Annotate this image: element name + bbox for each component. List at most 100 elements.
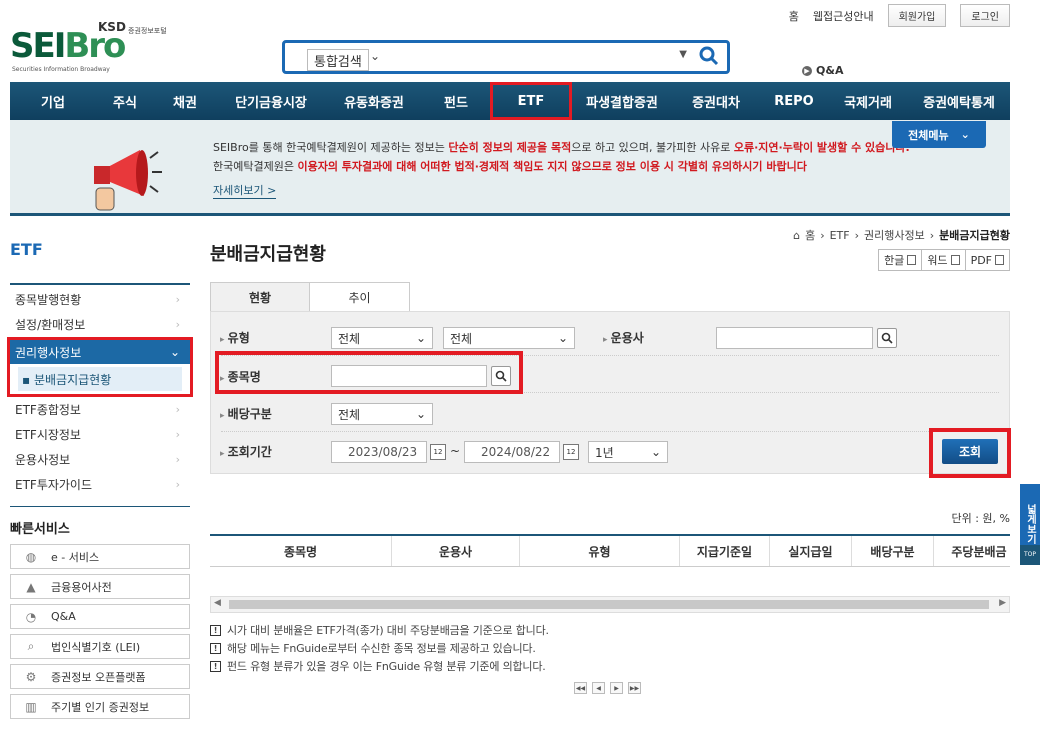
export-pdf-button[interactable]: PDF xyxy=(964,249,1010,271)
join-button[interactable]: 회원가입 xyxy=(887,4,947,27)
side-nav: 종목발행현황 › 설정/환매정보 › 권리행사정보 ⌄ ▪ 분배금지급현황 ETF종합… xyxy=(7,283,193,507)
col-per-share[interactable]: 주당분배금 xyxy=(934,536,1010,566)
pagination: ◀◀ ◀ ▶ ▶▶ xyxy=(574,682,641,694)
home-icon[interactable]: ⌂ xyxy=(793,229,800,242)
nav-item-lending[interactable]: 증권대차 xyxy=(672,82,760,120)
col-manager[interactable]: 운용사 xyxy=(392,536,520,566)
lnb-item-etf-market[interactable]: ETF시장정보 › xyxy=(10,422,190,447)
lnb-item-distribution[interactable]: ▪ 분배금지급현황 xyxy=(10,364,190,394)
login-button[interactable]: 로그인 xyxy=(960,4,1010,27)
export-word-button[interactable]: 워드 xyxy=(921,249,966,271)
nav-item-money-market[interactable]: 단기금융시장 xyxy=(216,82,326,120)
breadcrumb-rights[interactable]: 권리행사정보 xyxy=(864,227,925,243)
quick-qna[interactable]: ◔ Q&A xyxy=(10,604,190,629)
accessibility-link[interactable]: 웹접근성안내 xyxy=(813,8,874,24)
view-tabs: 현황 추이 xyxy=(210,282,410,312)
nav-item-stock[interactable]: 주식 xyxy=(96,82,154,120)
chevron-down-icon: ⌄ xyxy=(960,128,970,141)
seibro-logo[interactable]: SEIBro KSD 증권정보포털 Securities Information… xyxy=(10,20,167,76)
type-select-1[interactable]: 전체 ⌄ xyxy=(331,327,433,349)
horizontal-scrollbar[interactable]: ◀ ▶ xyxy=(210,596,1010,613)
col-name[interactable]: 종목명 xyxy=(210,536,392,566)
quick-lei[interactable]: ⌕ 법인식별기호 (LEI) xyxy=(10,634,190,659)
lnb-item-manager[interactable]: 운용사정보 › xyxy=(10,447,190,472)
top-button[interactable]: TOP xyxy=(1020,545,1040,565)
qna-link[interactable]: ▶ Q&A xyxy=(802,64,843,77)
banner-line-1: SEIBro를 통해 한국예탁결제원이 제공하는 정보는 단순히 정보의 제공을… xyxy=(213,141,910,154)
banner-more-link[interactable]: 자세히보기 > xyxy=(213,182,277,199)
nav-item-securitization[interactable]: 유동화증권 xyxy=(326,82,422,120)
calendar-icon[interactable]: 12 xyxy=(563,444,579,460)
col-record-date[interactable]: 지급기준일 xyxy=(680,536,770,566)
lnb-group-rights-head[interactable]: 권리행사정보 ⌄ xyxy=(10,340,190,364)
all-menu-label: 전체메뉴 xyxy=(908,128,949,142)
chevron-down-icon: ⌄ xyxy=(415,407,426,421)
manager-search-button[interactable] xyxy=(877,328,897,348)
megaphone-icon xyxy=(94,150,162,211)
dividend-select[interactable]: 전체 ⌄ xyxy=(331,403,433,425)
nav-item-company[interactable]: 기업 xyxy=(10,82,96,120)
graduation-cap-icon: ▲ xyxy=(26,579,36,594)
note-item: ! 펀드 유형 분류가 있을 경우 이는 FnGuide 유형 분류 기준에 의합… xyxy=(210,658,549,674)
home-link[interactable]: 홈 xyxy=(789,8,799,24)
date-from-input[interactable]: 2023/08/23 xyxy=(331,441,427,463)
quick-eservice[interactable]: ◍ e - 서비스 xyxy=(10,544,190,569)
breadcrumb-home[interactable]: 홈 xyxy=(805,227,815,243)
dropdown-caret-icon[interactable]: ▼ xyxy=(679,49,687,60)
breadcrumb: ⌂ 홈 › ETF › 권리행사정보 › 분배금지급현황 xyxy=(793,227,1010,243)
period-select[interactable]: 1년 ⌄ xyxy=(588,441,668,463)
nav-item-repo[interactable]: REPO xyxy=(760,82,828,120)
quick-popular[interactable]: ▥ 주기별 인기 증권정보 xyxy=(10,694,190,719)
date-to-input[interactable]: 2024/08/22 xyxy=(464,441,560,463)
quick-api[interactable]: ⚙ 증권정보 오픈플랫폼 xyxy=(10,664,190,689)
tab-status[interactable]: 현황 xyxy=(210,282,310,312)
type-select-2[interactable]: 전체 ⌄ xyxy=(443,327,575,349)
manager-input[interactable] xyxy=(716,327,873,349)
search-icon[interactable] xyxy=(699,46,719,69)
col-dividend-type[interactable]: 배당구분 xyxy=(852,536,934,566)
notice-icon: ! xyxy=(210,660,221,672)
qna-label: Q&A xyxy=(816,64,844,77)
all-menu-button[interactable]: 전체메뉴 ⌄ xyxy=(892,121,986,148)
nav-item-statistics[interactable]: 증권예탁통계 xyxy=(908,82,1010,120)
date-separator: ~ xyxy=(450,444,461,458)
lnb-item-etf-info[interactable]: ETF종합정보 › xyxy=(10,397,190,422)
logo-subtitle: 증권정보포털 xyxy=(128,27,167,35)
scroll-right-icon[interactable]: ▶ xyxy=(999,598,1006,608)
chevron-down-icon[interactable]: ⌄ xyxy=(370,49,380,63)
lnb-item-creation[interactable]: 설정/환매정보 › xyxy=(10,312,190,337)
chevron-right-icon: › xyxy=(175,428,180,441)
lnb-title: ETF xyxy=(10,240,43,259)
scroll-left-icon[interactable]: ◀ xyxy=(214,598,221,608)
nav-item-bond[interactable]: 채권 xyxy=(154,82,216,120)
quick-glossary[interactable]: ▲ 금융용어사전 xyxy=(10,574,190,599)
export-hwp-button[interactable]: 한글 xyxy=(878,249,923,271)
first-page-icon[interactable]: ◀◀ xyxy=(574,682,587,694)
submit-search-button[interactable]: 조회 xyxy=(942,439,998,464)
tab-trend[interactable]: 추이 xyxy=(310,282,410,312)
chevron-down-icon: ⌄ xyxy=(169,345,180,359)
period-label: 조회기간 xyxy=(220,443,272,460)
dividend-label: 배당구분 xyxy=(220,405,272,422)
name-search-button[interactable] xyxy=(491,366,511,386)
export-tools: 한글 워드 PDF xyxy=(878,249,1010,271)
notes-list: ! 시가 대비 분배율은 ETF가격(종가) 대비 주당분배금을 기준으로 합니다… xyxy=(210,622,549,676)
col-pay-date[interactable]: 실지급일 xyxy=(770,536,852,566)
scroll-thumb[interactable] xyxy=(229,600,989,609)
nav-item-dls[interactable]: 파생결합증권 xyxy=(572,82,672,120)
globe-icon: ◍ xyxy=(25,549,37,564)
lnb-item-guide[interactable]: ETF투자가이드 › xyxy=(10,472,190,497)
nav-item-etf[interactable]: ETF xyxy=(490,82,572,120)
nav-item-fund[interactable]: 펀드 xyxy=(422,82,490,120)
lnb-item-issuance[interactable]: 종목발행현황 › xyxy=(10,287,190,312)
name-input[interactable] xyxy=(331,365,487,387)
last-page-icon[interactable]: ▶▶ xyxy=(628,682,641,694)
nav-item-international[interactable]: 국제거래 xyxy=(828,82,908,120)
prev-page-icon[interactable]: ◀ xyxy=(592,682,605,694)
next-page-icon[interactable]: ▶ xyxy=(610,682,623,694)
chevron-down-icon: ⌄ xyxy=(415,331,426,345)
col-type[interactable]: 유형 xyxy=(520,536,680,566)
breadcrumb-etf[interactable]: ETF xyxy=(830,229,850,242)
calendar-icon[interactable]: 12 xyxy=(430,444,446,460)
search-scope-select[interactable]: 통합검색 xyxy=(307,49,369,71)
